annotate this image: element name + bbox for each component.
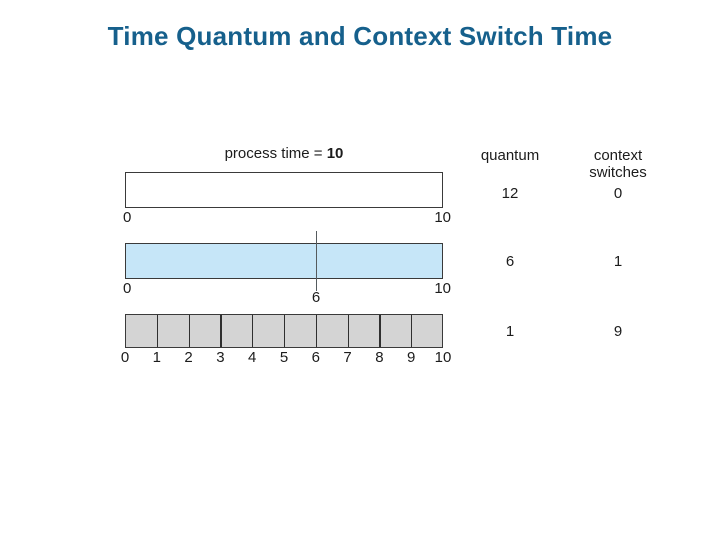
slide-canvas: Time Quantum and Context Switch Time pro… [0, 0, 720, 540]
context-header-line2: switches [589, 164, 647, 181]
bar1-start-label: 0 [123, 209, 132, 226]
row1-quantum-value: 12 [501, 185, 519, 202]
quantum-6-bar [125, 243, 443, 279]
quantum-1-tick-label-1: 1 [152, 349, 161, 366]
quantum-6-divider-tick [315, 231, 318, 291]
quantum-6-divider-label: 6 [311, 289, 321, 306]
quantum-1-tick-label-0: 0 [120, 349, 130, 366]
quantum-1-divider-8 [379, 315, 381, 347]
quantum-1-divider-4 [252, 315, 254, 347]
quantum-1-tick-label-5: 5 [279, 349, 289, 366]
quantum-1-tick-label-9: 9 [407, 349, 416, 366]
row1-context-switches-value: 0 [613, 185, 623, 202]
quantum-1-tick-label-10: 10 [434, 349, 452, 366]
quantum-1-tick-label-7: 7 [343, 349, 352, 366]
process-time-caption-text: process time = [224, 145, 327, 162]
quantum-1-tick-label-2: 2 [184, 349, 193, 366]
row2-quantum-value: 6 [505, 253, 515, 270]
process-time-value: 10 [326, 145, 344, 162]
row3-context-switches-value: 9 [613, 323, 623, 340]
column-header-context-switches: context switches [568, 147, 668, 181]
bar1-end-label: 10 [434, 209, 451, 226]
quantum-1-divider-3 [220, 315, 222, 347]
context-header-line1: context [593, 147, 643, 164]
process-time-caption: process time = 10 [125, 145, 443, 162]
quantum-1-divider-9 [411, 315, 413, 347]
quantum-1-tick-label-8: 8 [375, 349, 384, 366]
quantum-1-tick-label-6: 6 [311, 349, 320, 366]
row3-quantum-value: 1 [505, 323, 515, 340]
quantum-1-divider-7 [347, 315, 349, 347]
quantum-1-divider-6 [315, 315, 318, 347]
row2-context-switches-value: 1 [613, 253, 623, 270]
bar2-start-label: 0 [123, 280, 132, 297]
column-header-quantum: quantum [480, 147, 540, 164]
quantum-1-tick-label-3: 3 [216, 349, 225, 366]
quantum-1-divider-1 [156, 315, 159, 347]
time-quantum-diagram: process time = 10 0 10 6 0 10 0123456789… [0, 0, 720, 540]
quantum-1-divider-5 [284, 315, 286, 347]
bar2-end-label: 10 [434, 280, 451, 297]
quantum-1-tick-label-4: 4 [248, 349, 257, 366]
quantum-1-divider-2 [188, 315, 190, 347]
process-time-bar [125, 172, 443, 208]
